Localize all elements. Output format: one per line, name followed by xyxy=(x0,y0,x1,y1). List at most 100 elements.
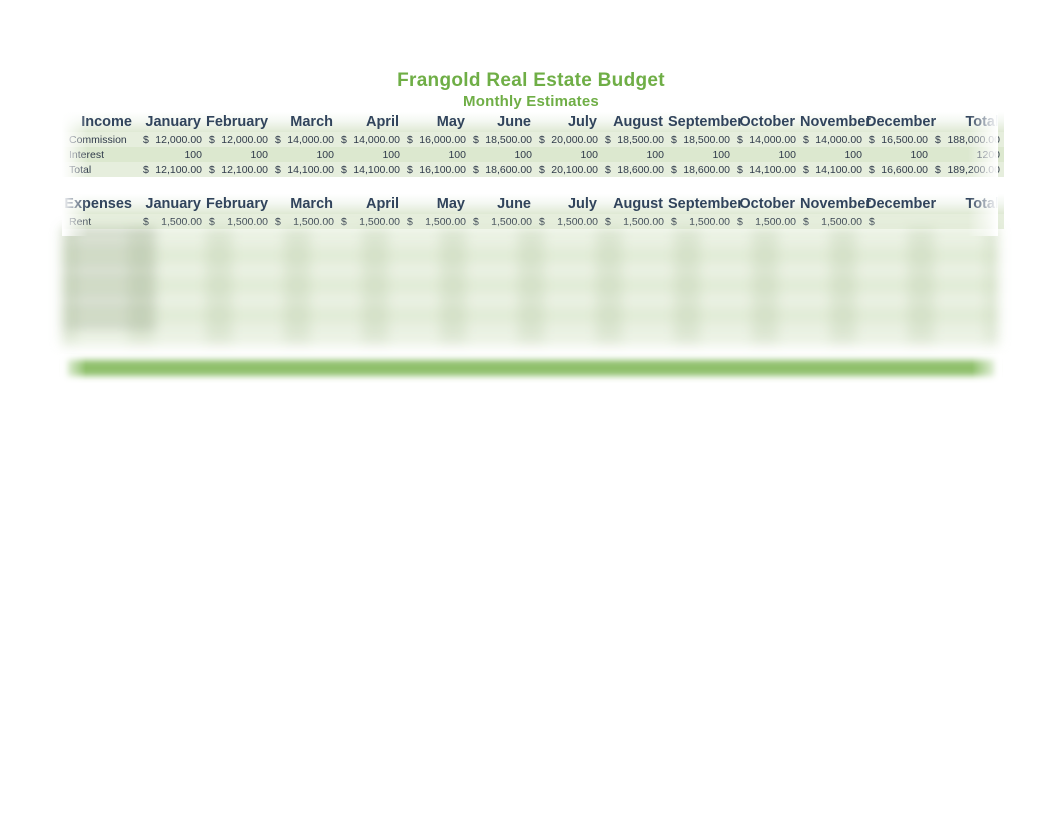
income-cell-commission-august[interactable]: $18,500.00 xyxy=(602,132,668,147)
income-cell-commission-november[interactable]: $14,000.00 xyxy=(800,132,866,147)
income-cell-total-october[interactable]: $14,100.00 xyxy=(734,162,800,177)
income-cell-interest-august[interactable]: 100 xyxy=(602,147,668,162)
income-col-header-january[interactable]: January xyxy=(140,112,206,132)
income-cell-total-november[interactable]: $14,100.00 xyxy=(800,162,866,177)
expenses-cell-rent-april[interactable]: $1,500.00 xyxy=(338,214,404,229)
income-cell-commission-june[interactable]: $18,500.00 xyxy=(470,132,536,147)
income-col-header-july[interactable]: July xyxy=(536,112,602,132)
expenses-col-header-may[interactable]: May xyxy=(404,194,470,214)
currency-symbol: $ xyxy=(869,215,875,228)
income-cell-commission-july[interactable]: $20,000.00 xyxy=(536,132,602,147)
expenses-col-header-march[interactable]: March xyxy=(272,194,338,214)
income-header-row: Income January February March April May … xyxy=(62,112,1004,132)
income-cell-commission-april[interactable]: $14,000.00 xyxy=(338,132,404,147)
page-subtitle: Monthly Estimates xyxy=(463,93,599,110)
income-cell-total-april[interactable]: $14,100.00 xyxy=(338,162,404,177)
income-cell-interest-december[interactable]: 100 xyxy=(866,147,932,162)
income-cell-commission-january[interactable]: $12,000.00 xyxy=(140,132,206,147)
expenses-cell-rent-february[interactable]: $1,500.00 xyxy=(206,214,272,229)
bottom-accent-bar-left-fade xyxy=(60,354,86,384)
expenses-cell-rent-october[interactable]: $1,500.00 xyxy=(734,214,800,229)
table-row[interactable]: Interest 100 100 100 100 100 100 100 100… xyxy=(62,147,1004,162)
income-cell-interest-january[interactable]: 100 xyxy=(140,147,206,162)
table-row[interactable]: Total $12,100.00 $12,100.00 $14,100.00 $… xyxy=(62,162,1004,177)
expenses-header-row: Expenses January February March April Ma… xyxy=(62,194,1004,214)
income-col-header-march[interactable]: March xyxy=(272,112,338,132)
expenses-row-label-rent[interactable]: Rent xyxy=(62,214,140,229)
income-cell-commission-total[interactable]: $188,000.00 xyxy=(932,132,1004,147)
income-cell-commission-may[interactable]: $16,000.00 xyxy=(404,132,470,147)
income-cell-interest-may[interactable]: 100 xyxy=(404,147,470,162)
expenses-cell-rent-july[interactable]: $1,500.00 xyxy=(536,214,602,229)
expenses-table[interactable]: Expenses January February March April Ma… xyxy=(62,194,1004,229)
expenses-col-header-october[interactable]: October xyxy=(734,194,800,214)
document-title-block: Frangold Real Estate Budget Monthly Esti… xyxy=(0,70,1062,111)
income-row-label-interest[interactable]: Interest xyxy=(62,147,140,162)
income-col-header-february[interactable]: February xyxy=(206,112,272,132)
income-cell-total-july[interactable]: $20,100.00 xyxy=(536,162,602,177)
income-col-header-september[interactable]: September xyxy=(668,112,743,132)
income-cell-interest-july[interactable]: 100 xyxy=(536,147,602,162)
income-col-header-november[interactable]: November xyxy=(800,112,871,132)
income-col-header-december[interactable]: December xyxy=(866,112,936,132)
bottom-accent-bar-right-fade xyxy=(972,354,1002,384)
expenses-cell-rent-september[interactable]: $1,500.00 xyxy=(668,214,734,229)
income-cell-commission-september[interactable]: $18,500.00 xyxy=(668,132,734,147)
expenses-cell-rent-may[interactable]: $1,500.00 xyxy=(404,214,470,229)
income-cell-total-may[interactable]: $16,100.00 xyxy=(404,162,470,177)
expenses-cell-rent-november[interactable]: $1,500.00 xyxy=(800,214,866,229)
income-cell-interest-september[interactable]: 100 xyxy=(668,147,734,162)
table-row[interactable]: Commission $12,000.00 $12,000.00 $14,000… xyxy=(62,132,1004,147)
income-col-header-august[interactable]: August xyxy=(602,112,668,132)
expenses-cell-rent-august[interactable]: $1,500.00 xyxy=(602,214,668,229)
bottom-accent-bar xyxy=(66,360,996,376)
income-col-header-may[interactable]: May xyxy=(404,112,470,132)
income-cell-interest-april[interactable]: 100 xyxy=(338,147,404,162)
expenses-cell-rent-total[interactable] xyxy=(932,214,1004,229)
obscured-content xyxy=(62,228,998,346)
income-cell-interest-october[interactable]: 100 xyxy=(734,147,800,162)
income-cell-interest-june[interactable]: 100 xyxy=(470,147,536,162)
expenses-col-header-july[interactable]: July xyxy=(536,194,602,214)
income-cell-total-september[interactable]: $18,600.00 xyxy=(668,162,734,177)
income-cell-total-total[interactable]: $189,200.00 xyxy=(932,162,1004,177)
expenses-col-header-june[interactable]: June xyxy=(470,194,536,214)
expenses-col-header-december[interactable]: December xyxy=(866,194,936,214)
expenses-cell-rent-december[interactable]: $ xyxy=(866,214,932,229)
income-cell-commission-february[interactable]: $12,000.00 xyxy=(206,132,272,147)
expenses-corner-header[interactable]: Expenses xyxy=(62,194,140,214)
income-cell-commission-october[interactable]: $14,000.00 xyxy=(734,132,800,147)
income-cell-interest-total[interactable]: 1200 xyxy=(932,147,1004,162)
income-cell-total-august[interactable]: $18,600.00 xyxy=(602,162,668,177)
income-cell-commission-march[interactable]: $14,000.00 xyxy=(272,132,338,147)
income-col-header-april[interactable]: April xyxy=(338,112,404,132)
expenses-cell-rent-june[interactable]: $1,500.00 xyxy=(470,214,536,229)
expenses-col-header-august[interactable]: August xyxy=(602,194,668,214)
income-cell-interest-february[interactable]: 100 xyxy=(206,147,272,162)
income-cell-total-march[interactable]: $14,100.00 xyxy=(272,162,338,177)
income-cell-total-june[interactable]: $18,600.00 xyxy=(470,162,536,177)
expenses-cell-rent-january[interactable]: $1,500.00 xyxy=(140,214,206,229)
expenses-cell-rent-march[interactable]: $1,500.00 xyxy=(272,214,338,229)
income-table[interactable]: Income January February March April May … xyxy=(62,112,1004,177)
income-cell-interest-november[interactable]: 100 xyxy=(800,147,866,162)
expenses-col-header-september[interactable]: September xyxy=(668,194,743,214)
income-row-label-total[interactable]: Total xyxy=(62,162,140,177)
page-title: Frangold Real Estate Budget xyxy=(397,70,665,91)
income-corner-header[interactable]: Income xyxy=(62,112,140,132)
expenses-col-header-february[interactable]: February xyxy=(206,194,272,214)
income-col-header-total[interactable]: Total xyxy=(932,112,1004,132)
table-row[interactable]: Rent $1,500.00 $1,500.00 $1,500.00 $1,50… xyxy=(62,214,1004,229)
expenses-col-header-total[interactable]: Total xyxy=(932,194,1004,214)
income-cell-total-december[interactable]: $16,600.00 xyxy=(866,162,932,177)
expenses-col-header-april[interactable]: April xyxy=(338,194,404,214)
income-cell-total-february[interactable]: $12,100.00 xyxy=(206,162,272,177)
income-cell-interest-march[interactable]: 100 xyxy=(272,147,338,162)
income-cell-total-january[interactable]: $12,100.00 xyxy=(140,162,206,177)
expenses-col-header-november[interactable]: November xyxy=(800,194,871,214)
expenses-col-header-january[interactable]: January xyxy=(140,194,206,214)
income-row-label-commission[interactable]: Commission xyxy=(62,132,140,147)
income-col-header-june[interactable]: June xyxy=(470,112,536,132)
income-cell-commission-december[interactable]: $16,500.00 xyxy=(866,132,932,147)
income-col-header-october[interactable]: October xyxy=(734,112,800,132)
